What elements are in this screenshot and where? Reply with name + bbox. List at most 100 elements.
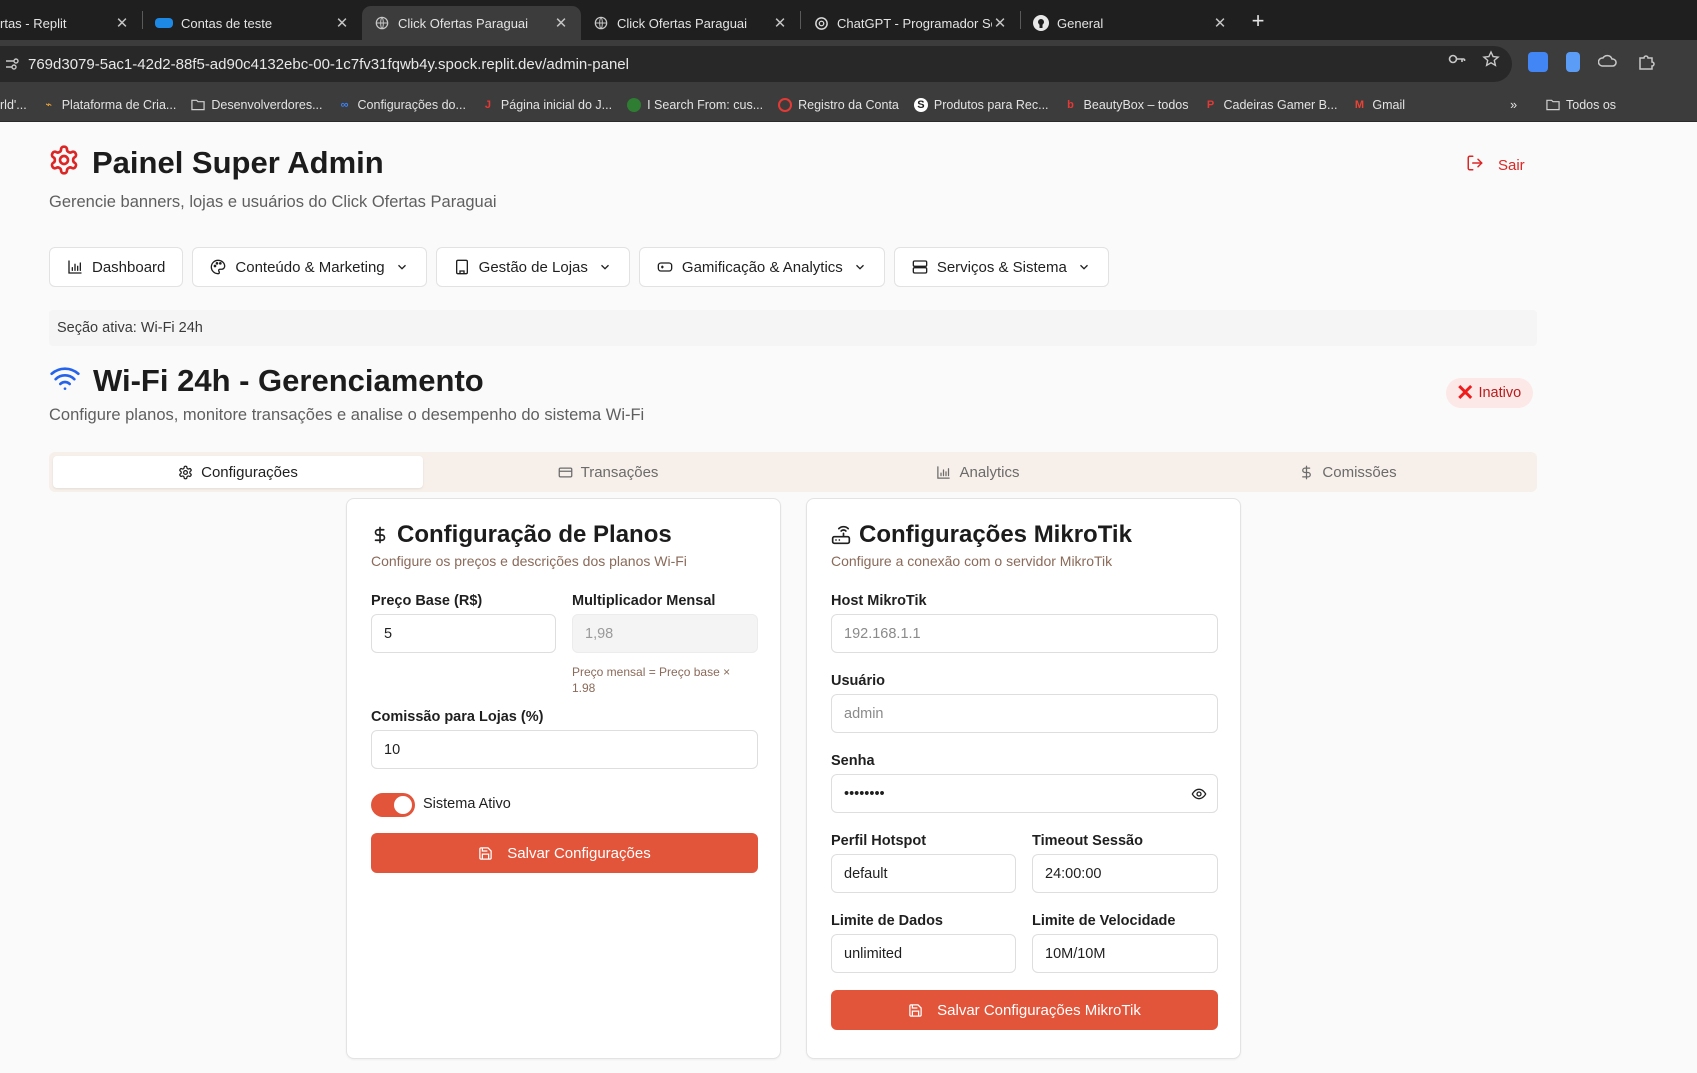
password-input[interactable]: •••••••• bbox=[831, 774, 1218, 813]
close-icon[interactable]: ✕ bbox=[334, 14, 350, 32]
system-active-toggle[interactable] bbox=[371, 793, 415, 817]
eye-icon[interactable] bbox=[1191, 786, 1207, 806]
translate-icon[interactable] bbox=[1528, 52, 1548, 72]
password-label: Senha bbox=[831, 753, 875, 769]
active-section-indicator: Seção ativa: Wi-Fi 24h bbox=[49, 310, 1537, 346]
nav-gamification-button[interactable]: Gamificação & Analytics bbox=[638, 247, 885, 287]
close-icon[interactable]: ✕ bbox=[553, 14, 569, 32]
nav-stores-button[interactable]: Gestão de Lojas bbox=[435, 247, 630, 287]
bookmark-label: BeautyBox – todos bbox=[1083, 97, 1189, 112]
all-bookmarks-button[interactable]: Todos os bbox=[1546, 98, 1616, 112]
bookmark-item[interactable]: Desenvolverdores... bbox=[191, 98, 323, 112]
save-icon bbox=[479, 846, 493, 860]
button-label: Salvar Configurações bbox=[507, 844, 651, 862]
tab-analytics[interactable]: Analytics bbox=[793, 456, 1163, 488]
browser-tab[interactable]: Click Ofertas Paraguai ✕ bbox=[581, 6, 800, 40]
bookmark-icon: ⌁ bbox=[45, 99, 53, 111]
close-icon[interactable]: ✕ bbox=[992, 14, 1008, 32]
key-icon[interactable] bbox=[1448, 50, 1466, 73]
browser-tab-active[interactable]: Click Ofertas Paraguai ✕ bbox=[362, 6, 581, 40]
url-input[interactable]: 769d3079-5ac1-42d2-88f5-ad90c4132ebc-00-… bbox=[0, 46, 1512, 82]
close-icon[interactable]: ✕ bbox=[772, 14, 788, 32]
nav-dashboard-button[interactable]: Dashboard bbox=[49, 247, 184, 287]
bookmark-item[interactable]: b BeautyBox – todos bbox=[1064, 97, 1189, 112]
bookmark-item[interactable]: rld'... bbox=[0, 98, 27, 112]
bookmark-item[interactable]: M Gmail bbox=[1352, 98, 1405, 112]
dollar-icon bbox=[1302, 465, 1312, 479]
nav-content-marketing-button[interactable]: Conteúdo & Marketing bbox=[192, 247, 427, 287]
user-input[interactable]: admin bbox=[831, 694, 1218, 733]
admin-page: Painel Super Admin Gerencie banners, loj… bbox=[0, 122, 1697, 1073]
speed-limit-input[interactable]: 10M/10M bbox=[1032, 934, 1218, 973]
bookmark-icon: J bbox=[484, 98, 491, 111]
plans-config-card: Configuração de Planos Configure os preç… bbox=[346, 498, 781, 1059]
more-bookmarks-button[interactable]: » bbox=[1510, 98, 1517, 112]
bookmark-label: Gmail bbox=[1372, 97, 1406, 112]
address-bar: 769d3079-5ac1-42d2-88f5-ad90c4132ebc-00-… bbox=[0, 40, 1697, 88]
base-price-input[interactable]: 5 bbox=[371, 614, 556, 653]
browser-tab[interactable]: General ✕ bbox=[1021, 6, 1240, 40]
star-icon[interactable] bbox=[1482, 50, 1500, 73]
server-icon bbox=[912, 260, 928, 274]
profile-label: Perfil Hotspot bbox=[831, 833, 927, 849]
button-label: Salvar Configurações MikroTik bbox=[937, 1001, 1141, 1019]
browser-tab-bar: rtas - Replit ✕ Contas de teste ✕ Click … bbox=[0, 0, 1697, 40]
bookmark-item[interactable]: S Produtos para Rec... bbox=[913, 97, 1049, 112]
commission-input[interactable]: 10 bbox=[371, 730, 758, 769]
gmail-icon: M bbox=[1354, 98, 1364, 111]
browser-tab[interactable]: rtas - Replit ✕ bbox=[0, 6, 142, 40]
tab-title: ChatGPT - Programador Seni bbox=[837, 15, 992, 31]
logout-button[interactable]: Sair bbox=[1466, 154, 1525, 176]
status-badge: ✕ Inativo bbox=[1446, 378, 1534, 408]
bookmark-item[interactable]: I Search From: cus... bbox=[627, 97, 763, 112]
tab-title: rtas - Replit bbox=[0, 15, 67, 31]
save-icon bbox=[909, 1003, 922, 1017]
card-title: Configuração de Planos bbox=[371, 521, 672, 549]
browser-tab[interactable]: ChatGPT - Programador Seni ✕ bbox=[801, 6, 1020, 40]
nav-label: Gamificação & Analytics bbox=[681, 258, 843, 276]
profile-input[interactable]: default bbox=[831, 854, 1016, 893]
tab-comissoes[interactable]: Comissões bbox=[1163, 456, 1533, 488]
chevron-double-right-icon: » bbox=[1510, 97, 1518, 112]
hint-line: 1.98 bbox=[572, 681, 596, 695]
site-settings-icon[interactable] bbox=[4, 56, 20, 72]
multiplier-input[interactable]: 1,98 bbox=[572, 614, 758, 653]
docs-icon[interactable] bbox=[1566, 52, 1580, 72]
host-input[interactable]: 192.168.1.1 bbox=[831, 614, 1218, 653]
new-tab-button[interactable]: + bbox=[1240, 8, 1276, 34]
data-limit-input[interactable]: unlimited bbox=[831, 934, 1016, 973]
tab-title: General bbox=[1057, 15, 1104, 31]
save-mikrotik-button[interactable]: Salvar Configurações MikroTik bbox=[831, 990, 1218, 1030]
close-icon[interactable]: ✕ bbox=[114, 14, 130, 32]
puzzle-icon[interactable] bbox=[1636, 52, 1656, 72]
nav-label: Dashboard bbox=[92, 258, 166, 276]
speed-limit-label: Limite de Velocidade bbox=[1032, 913, 1176, 929]
bookmark-item[interactable]: ⌁ Plataforma de Cria... bbox=[42, 98, 176, 112]
tab-transacoes[interactable]: Transações bbox=[423, 456, 793, 488]
card-title: Configurações MikroTik bbox=[831, 521, 1132, 549]
globe-icon bbox=[593, 15, 609, 31]
multiplier-hint: Preço mensal = Preço base × 1.98 bbox=[572, 664, 730, 696]
github-icon bbox=[1033, 15, 1049, 31]
timeout-input[interactable]: 24:00:00 bbox=[1032, 854, 1218, 893]
page-header: Painel Super Admin bbox=[48, 144, 384, 181]
wifi-title: Wi-Fi 24h - Gerenciamento bbox=[93, 362, 484, 398]
folder-icon bbox=[191, 98, 206, 112]
nav-services-button[interactable]: Serviços & Sistema bbox=[893, 247, 1109, 287]
chevron-down-icon bbox=[1079, 264, 1088, 270]
hint-line: Preço mensal = Preço base × bbox=[572, 665, 731, 679]
bookmark-item[interactable]: P Cadeiras Gamer B... bbox=[1203, 98, 1338, 112]
palette-icon bbox=[211, 259, 226, 275]
bookmark-item[interactable]: ∞ Configurações do... bbox=[338, 98, 466, 112]
browser-tab[interactable]: Contas de teste ✕ bbox=[143, 6, 362, 40]
gamepad-icon bbox=[657, 262, 673, 272]
close-icon[interactable]: ✕ bbox=[1212, 14, 1228, 32]
tab-configuracoes[interactable]: Configurações bbox=[53, 456, 423, 488]
extension-cloud-icon[interactable] bbox=[1597, 52, 1618, 72]
save-plans-button[interactable]: Salvar Configurações bbox=[371, 833, 758, 873]
status-label: Inativo bbox=[1478, 385, 1522, 401]
bookmark-label: Configurações do... bbox=[357, 97, 466, 112]
wifi-subtitle: Configure planos, monitore transações e … bbox=[49, 406, 645, 424]
bookmark-item[interactable]: J Página inicial do J... bbox=[481, 98, 612, 112]
bookmark-item[interactable]: Registro da Conta bbox=[778, 97, 899, 112]
